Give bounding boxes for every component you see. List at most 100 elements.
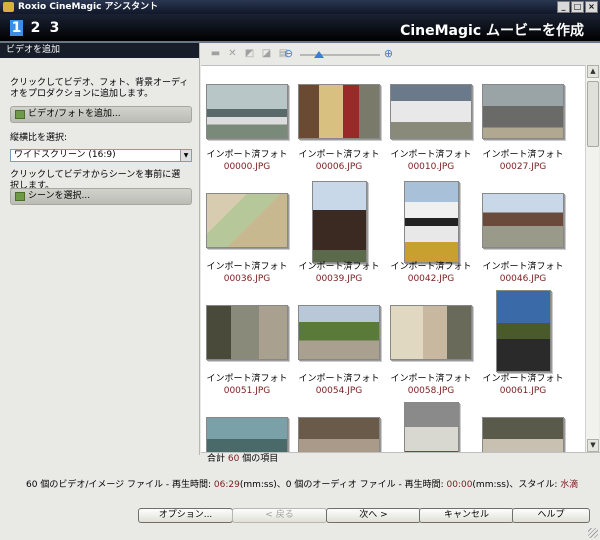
media-item-label: インポート済フォト	[482, 262, 564, 272]
add-description: クリックしてビデオ、フォト、背景オーディオをプロダクションに追加します。	[10, 78, 189, 99]
media-item-label: インポート済フォト	[390, 374, 472, 384]
media-item[interactable]: インポート済フォト 00061.JPG	[477, 290, 569, 402]
snowy-field-photo[interactable]	[390, 84, 472, 139]
zoom-out-icon[interactable]: ⊖	[283, 48, 294, 59]
enclosure-photo[interactable]	[298, 417, 380, 452]
audio-duration: 00:00	[446, 480, 473, 490]
panel-title: ビデオを追加	[0, 43, 199, 58]
next-button[interactable]: 次へ >	[326, 508, 421, 523]
media-item[interactable]: インポート済フォト 00006.JPG	[293, 66, 385, 178]
select-scene-label: シーンを選択...	[28, 191, 91, 201]
monitor-icon[interactable]: ▬	[210, 49, 221, 59]
rotate-right-icon[interactable]: ◪	[261, 49, 272, 59]
delete-icon[interactable]: ✕	[227, 49, 238, 59]
media-item-filename: 00046.JPG	[499, 274, 547, 284]
video-duration: 06:29	[213, 480, 240, 490]
park-photo[interactable]	[298, 305, 380, 360]
aspect-label: 縦横比を選択:	[10, 133, 68, 143]
rotate-left-icon[interactable]: ◩	[244, 49, 255, 59]
media-item-label: インポート済フォト	[206, 262, 288, 272]
wizard-header: 1 2 3 CineMagic ムービーを作成	[0, 14, 600, 43]
summary-part2: (mm:ss)、0 個のオーディオ ファイル - 再生時間:	[239, 480, 447, 490]
scroll-up-button[interactable]: ▲	[587, 65, 599, 78]
add-media-icon	[15, 110, 25, 119]
aspect-ratio-value: ワイドスクリーン (16:9)	[14, 150, 116, 160]
media-item-filename: 00042.JPG	[407, 274, 455, 284]
media-item-label: インポート済フォト	[298, 262, 380, 272]
elephant-photo[interactable]	[482, 84, 564, 139]
media-item[interactable]: インポート済フォト 00039.JPG	[293, 178, 385, 290]
scroll-down-button[interactable]: ▼	[587, 439, 599, 452]
zoom-in-icon[interactable]: ⊕	[383, 48, 394, 59]
zoo-map-photo[interactable]	[206, 193, 288, 248]
aquarium-photo[interactable]	[206, 417, 288, 452]
media-grid: インポート済フォト 00000.JPG インポート済フォト 00006.JPG インポー…	[201, 65, 585, 452]
count-prefix: 合計	[207, 454, 226, 464]
header-title: CineMagic ムービーを作成	[400, 23, 584, 39]
zoom-slider-thumb[interactable]	[314, 51, 324, 58]
panda-statue-photo[interactable]	[403, 181, 459, 263]
media-item-label: インポート済フォト	[390, 150, 472, 160]
cancel-button[interactable]: キャンセル	[419, 508, 514, 523]
media-item[interactable]: インポート済フォト 00046.JPG	[477, 178, 569, 290]
media-item-label: インポート済フォト	[390, 262, 472, 272]
summary-part3: (mm:ss)、スタイル:	[472, 480, 561, 490]
media-item-filename: 00058.JPG	[407, 386, 455, 396]
media-item[interactable]: インポート済フォト 00058.JPG	[385, 290, 477, 402]
media-item-filename: 00006.JPG	[315, 162, 363, 172]
media-item[interactable]: インポート済フォト 00027.JPG	[477, 66, 569, 178]
media-item-filename: 00027.JPG	[499, 162, 547, 172]
media-item-filename: 00010.JPG	[407, 162, 455, 172]
pagoda-photo[interactable]	[311, 181, 367, 263]
media-item[interactable]: インポート済フォト 00051.JPG	[201, 290, 293, 402]
summary-part1: 60 個のビデオ/イメージ ファイル - 再生時間:	[26, 480, 214, 490]
media-item-filename: 00000.JPG	[223, 162, 271, 172]
media-toolbar: ▬ ✕ ◩ ◪ ▤ ⊖ ⊕	[201, 43, 600, 65]
media-item[interactable]: インポート済フォト 00054.JPG	[293, 290, 385, 402]
media-item-filename: 00054.JPG	[315, 386, 363, 396]
media-item-label: インポート済フォト	[482, 150, 564, 160]
minimize-button[interactable]: _	[557, 1, 570, 13]
media-item-label: インポート済フォト	[482, 374, 564, 384]
chevron-down-icon[interactable]: ▼	[180, 150, 191, 161]
step-1[interactable]: 1	[10, 20, 23, 36]
media-item[interactable]: インポート済フォト 00042.JPG	[385, 178, 477, 290]
media-item[interactable]	[385, 402, 477, 452]
step-2[interactable]: 2	[29, 20, 42, 36]
media-item[interactable]: インポート済フォト 00010.JPG	[385, 66, 477, 178]
title-bar: Roxio CineMagic アシスタント _ □ ×	[0, 0, 600, 14]
media-item[interactable]	[201, 402, 293, 452]
info-board-photo[interactable]	[390, 305, 472, 360]
crowd-tree-photo[interactable]	[495, 290, 551, 372]
back-button[interactable]: < 戻る	[232, 508, 327, 523]
building-photo[interactable]	[482, 193, 564, 248]
media-item[interactable]	[293, 402, 385, 452]
help-button[interactable]: ヘルプ	[512, 508, 590, 523]
cage-photo[interactable]	[482, 417, 564, 452]
media-item-filename: 00039.JPG	[315, 274, 363, 284]
media-item[interactable]	[477, 402, 569, 452]
media-item[interactable]: インポート済フォト 00000.JPG	[201, 66, 293, 178]
options-button[interactable]: オプション...	[138, 508, 233, 523]
style-value: 水滴	[560, 480, 579, 490]
penguins-photo[interactable]	[206, 84, 288, 139]
maximize-button[interactable]: □	[571, 1, 584, 13]
add-media-button[interactable]: ビデオ/フォトを追加...	[10, 106, 192, 123]
elephants-photo[interactable]	[206, 305, 288, 360]
production-summary: 60 個のビデオ/イメージ ファイル - 再生時間: 06:29(mm:ss)、…	[26, 480, 578, 491]
step-3[interactable]: 3	[48, 20, 61, 36]
media-item-label: インポート済フォト	[206, 374, 288, 384]
zoom-slider-track[interactable]	[300, 54, 380, 56]
aspect-ratio-select[interactable]: ワイドスクリーン (16:9) ▼	[10, 149, 192, 162]
close-button[interactable]: ×	[585, 1, 598, 13]
media-item[interactable]: インポート済フォト 00036.JPG	[201, 178, 293, 290]
bird-cage-photo[interactable]	[403, 402, 459, 452]
vertical-scrollbar[interactable]: ▲ ▼	[585, 65, 599, 452]
shop-front-photo[interactable]	[298, 84, 380, 139]
window-title: Roxio CineMagic アシスタント	[18, 2, 159, 12]
add-media-label: ビデオ/フォトを追加...	[28, 109, 121, 119]
media-item-label: インポート済フォト	[298, 374, 380, 384]
scroll-thumb[interactable]	[587, 81, 599, 147]
select-scene-button[interactable]: シーンを選択...	[10, 188, 192, 205]
resize-grip[interactable]	[588, 528, 598, 538]
